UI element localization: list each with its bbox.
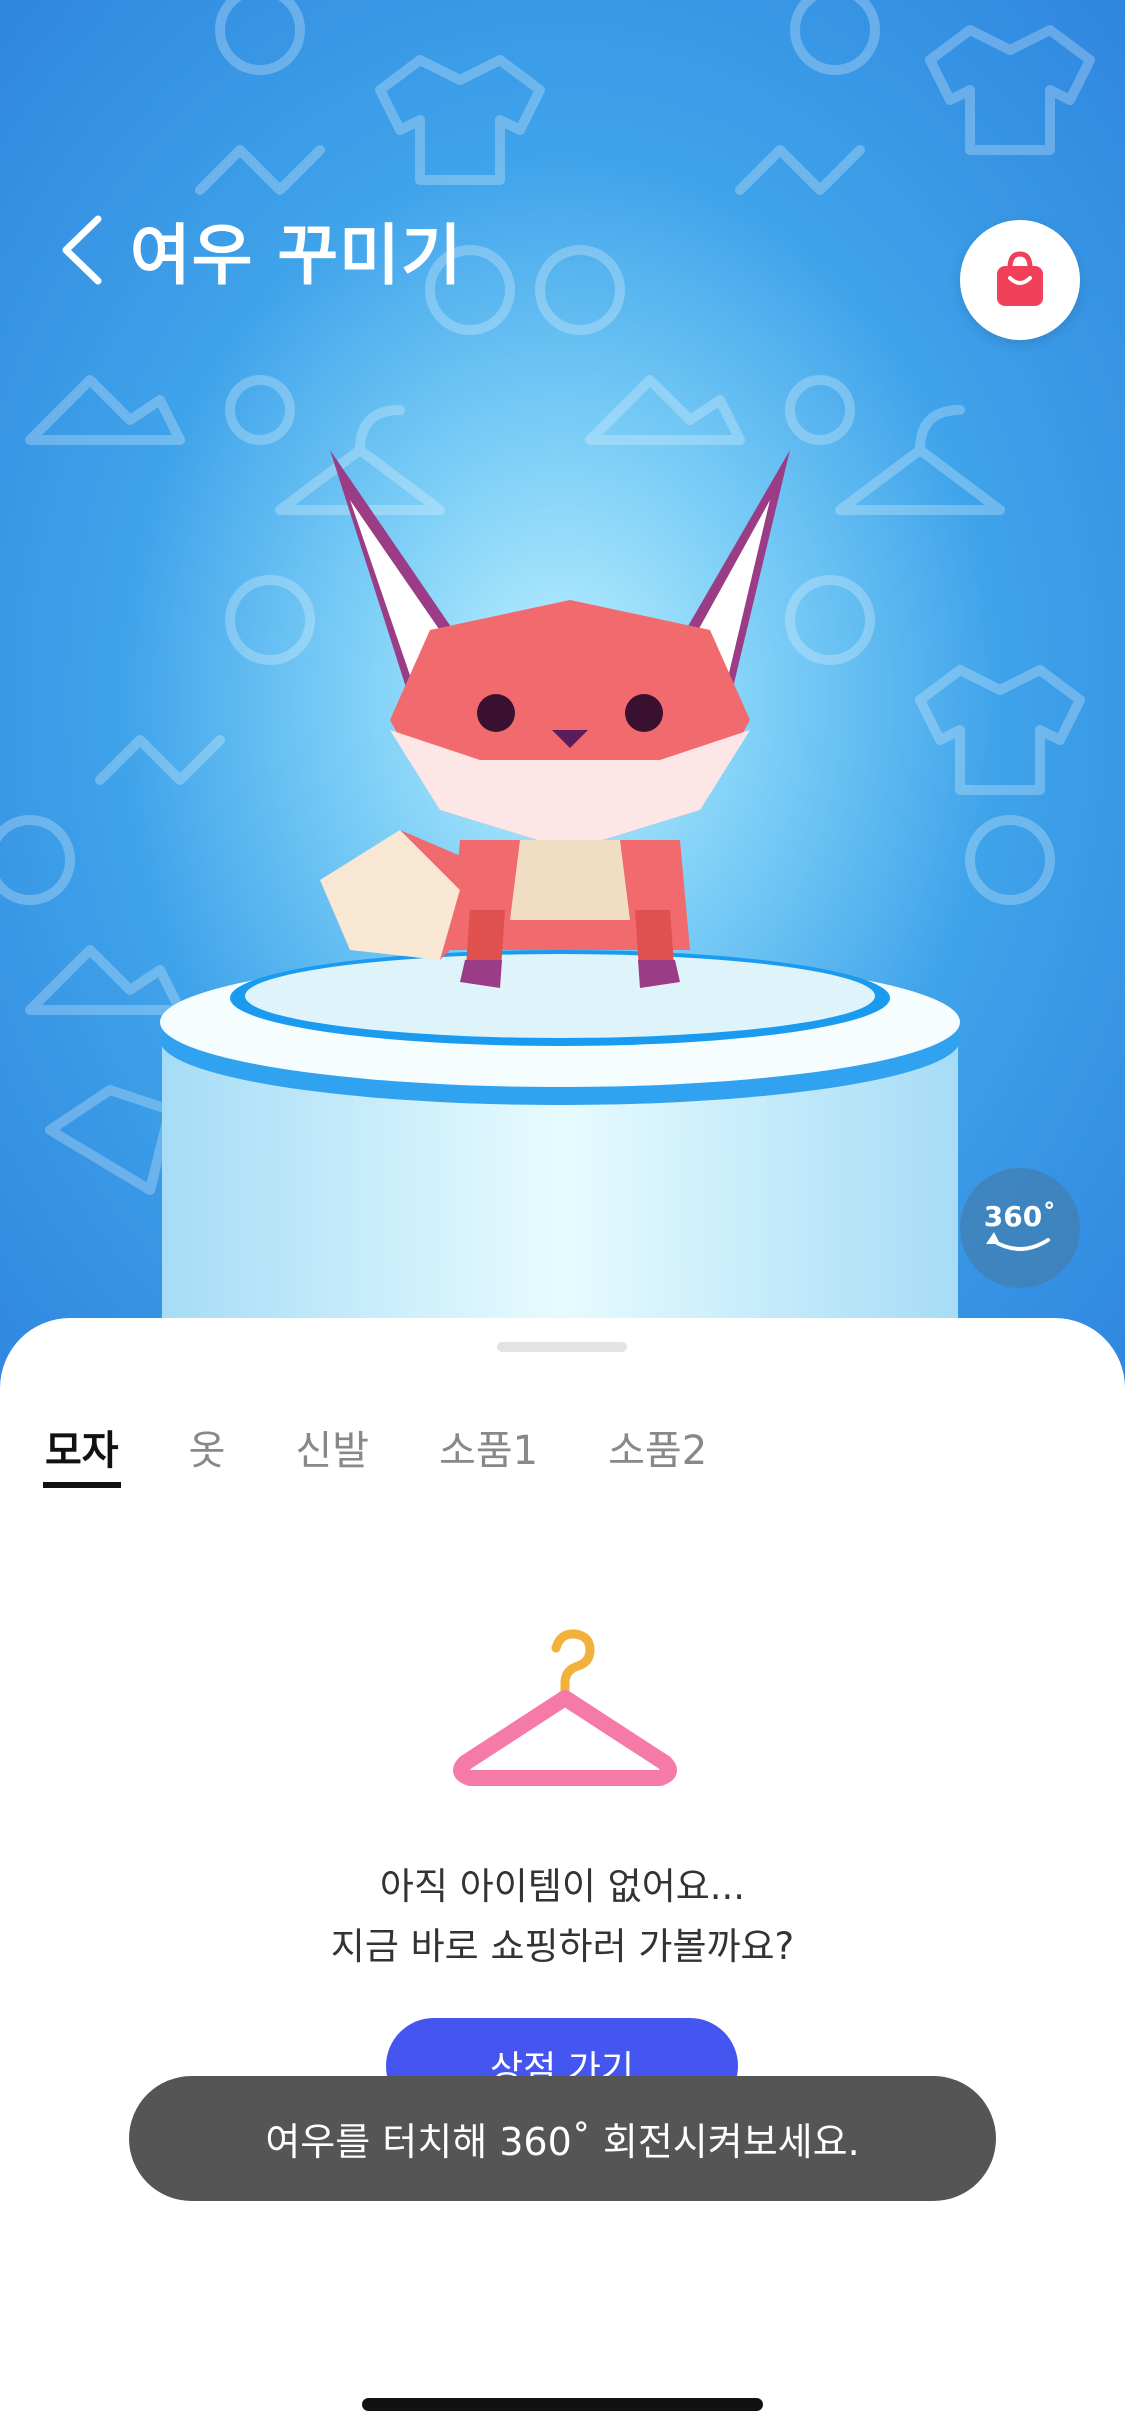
- header: 여우 꾸미기: [60, 200, 463, 300]
- rotate-360-icon: 360˚: [984, 1200, 1056, 1251]
- tab-accessory1[interactable]: 소품1: [439, 1398, 538, 1498]
- rotate-360-button[interactable]: 360˚: [960, 1168, 1080, 1288]
- tab-clothes[interactable]: 옷: [189, 1398, 226, 1498]
- rotate-360-label: 360˚: [984, 1200, 1056, 1233]
- empty-message-line1: 아직 아이템이 없어요...: [379, 1865, 746, 1908]
- empty-message-line2: 지금 바로 쇼핑하러 가볼까요?: [330, 1925, 795, 1968]
- page-title: 여우 꾸미기: [130, 217, 463, 294]
- shop-button[interactable]: [960, 220, 1080, 340]
- tab-shoes[interactable]: 신발: [295, 1398, 369, 1498]
- shopping-bag-icon: [997, 251, 1043, 306]
- sheet-handle[interactable]: [497, 1342, 627, 1352]
- fox-scene[interactable]: 여우 꾸미기 360˚: [0, 0, 1125, 1400]
- category-tabs: 모자 옷 신발 소품1 소품2: [43, 1398, 777, 1498]
- home-indicator[interactable]: [362, 2398, 763, 2411]
- tab-accessory2[interactable]: 소품2: [608, 1398, 707, 1498]
- bottom-sheet: 모자 옷 신발 소품1 소품2 아직 아이템이 없어요... 지금 바로 쇼핑하…: [0, 1318, 1125, 2436]
- hanger-icon: [453, 1629, 677, 1786]
- toast-message: 여우를 터치해 360˚ 회전시켜보세요.: [129, 2076, 996, 2201]
- fox-character[interactable]: [320, 430, 820, 1010]
- back-button[interactable]: [60, 205, 120, 295]
- tab-hat[interactable]: 모자: [43, 1398, 121, 1498]
- chevron-left-icon: [62, 215, 102, 285]
